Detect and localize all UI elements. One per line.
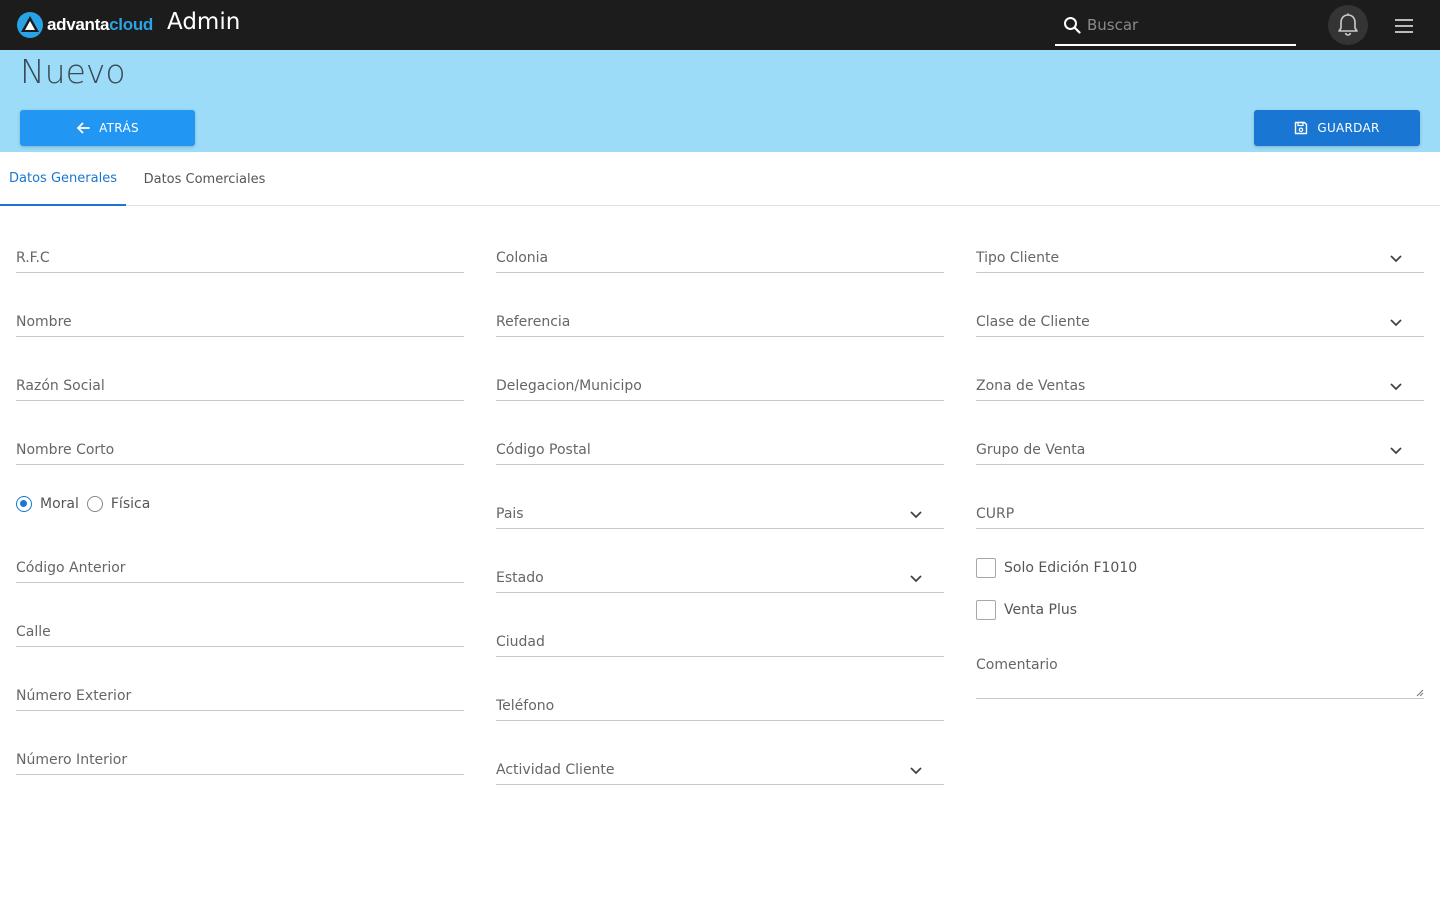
page-header xyxy=(0,50,1440,152)
estado-select[interactable]: Estado xyxy=(496,563,944,593)
referencia-field[interactable]: Referencia xyxy=(496,307,944,337)
radio-moral[interactable] xyxy=(16,496,32,512)
actividad-cliente-select[interactable]: Actividad Cliente xyxy=(496,755,944,785)
back-button[interactable]: ATRÁS xyxy=(20,110,195,146)
tab-datos-comerciales[interactable]: Datos Comerciales xyxy=(138,152,271,206)
curp-field[interactable]: CURP xyxy=(976,499,1424,529)
numero-exterior-field[interactable]: Número Exterior xyxy=(16,681,464,711)
nombre-field[interactable]: Nombre xyxy=(16,307,464,337)
chevron-down-icon xyxy=(1390,319,1402,327)
grupo-venta-select[interactable]: Grupo de Venta xyxy=(976,435,1424,465)
venta-plus-checkbox-row: Venta Plus xyxy=(976,600,1077,620)
chevron-down-icon xyxy=(910,575,922,583)
radio-fisica[interactable] xyxy=(86,496,103,512)
solo-edicion-checkbox-row: Solo Edición F1010 xyxy=(976,558,1137,578)
tab-datos-generales[interactable]: Datos Generales xyxy=(0,152,126,206)
app-title: Admin xyxy=(167,9,241,35)
notifications-button[interactable] xyxy=(1328,5,1368,45)
calle-label: Calle xyxy=(16,624,51,640)
codigo-anterior-label: Código Anterior xyxy=(16,560,126,576)
search-box[interactable] xyxy=(1055,6,1296,46)
solo-edicion-label: Solo Edición F1010 xyxy=(1004,560,1138,576)
tipo-cliente-label: Tipo Cliente xyxy=(976,250,1060,266)
grupo-venta-label: Grupo de Venta xyxy=(976,442,1086,458)
ciudad-field[interactable]: Ciudad xyxy=(496,627,944,657)
chevron-down-icon xyxy=(910,511,922,519)
codigo-postal-field[interactable]: Código Postal xyxy=(496,435,944,465)
numero-exterior-label: Número Exterior xyxy=(16,688,132,704)
rfc-label: R.F.C xyxy=(16,250,50,266)
delegacion-field[interactable]: Delegacion/Municipo xyxy=(496,371,944,401)
chevron-down-icon xyxy=(1390,447,1402,455)
logo-text: advantacloud xyxy=(47,15,153,34)
codigo-postal-label: Código Postal xyxy=(496,442,591,458)
solo-edicion-checkbox[interactable] xyxy=(976,558,996,578)
codigo-anterior-field[interactable]: Código Anterior xyxy=(16,553,464,583)
logo-icon xyxy=(17,12,43,38)
actividad-cliente-label: Actividad Cliente xyxy=(496,762,615,778)
rfc-field[interactable]: R.F.C xyxy=(16,243,464,273)
zona-ventas-select[interactable]: Zona de Ventas xyxy=(976,371,1424,401)
arrow-left-icon xyxy=(77,122,90,134)
venta-plus-label: Venta Plus xyxy=(1004,602,1077,618)
page-title: Nuevo xyxy=(20,52,126,91)
save-button-label: GUARDAR xyxy=(1317,121,1380,135)
top-bar: advantacloud Admin xyxy=(0,0,1440,50)
pais-label: Pais xyxy=(496,506,524,522)
nombre-label: Nombre xyxy=(16,314,72,330)
referencia-label: Referencia xyxy=(496,314,571,330)
radio-moral-label: Moral xyxy=(40,496,79,512)
telefono-field[interactable]: Teléfono xyxy=(496,691,944,721)
venta-plus-checkbox[interactable] xyxy=(976,600,996,620)
persona-type-radio-group: Moral Física xyxy=(16,494,158,514)
search-input[interactable] xyxy=(1087,12,1287,38)
zona-ventas-label: Zona de Ventas xyxy=(976,378,1086,394)
calle-field[interactable]: Calle xyxy=(16,617,464,647)
colonia-label: Colonia xyxy=(496,250,549,266)
estado-label: Estado xyxy=(496,570,544,586)
chevron-down-icon xyxy=(910,767,922,775)
resize-handle-icon[interactable] xyxy=(1416,689,1424,697)
logo[interactable]: advantacloud xyxy=(16,11,153,39)
clase-cliente-select[interactable]: Clase de Cliente xyxy=(976,307,1424,337)
razon-social-label: Razón Social xyxy=(16,378,105,394)
numero-interior-field[interactable]: Número Interior xyxy=(16,745,464,775)
numero-interior-label: Número Interior xyxy=(16,752,128,768)
nombre-corto-label: Nombre Corto xyxy=(16,442,115,458)
comentario-textarea[interactable]: Comentario xyxy=(976,653,1424,699)
razon-social-field[interactable]: Razón Social xyxy=(16,371,464,401)
hamburger-menu-icon[interactable] xyxy=(1394,16,1414,36)
chevron-down-icon xyxy=(1390,383,1402,391)
back-button-label: ATRÁS xyxy=(99,121,139,135)
nombre-corto-field[interactable]: Nombre Corto xyxy=(16,435,464,465)
bell-icon xyxy=(1338,13,1358,36)
colonia-field[interactable]: Colonia xyxy=(496,243,944,273)
save-button[interactable]: GUARDAR xyxy=(1254,110,1420,146)
curp-label: CURP xyxy=(976,506,1015,522)
search-icon xyxy=(1064,17,1081,34)
delegacion-label: Delegacion/Municipo xyxy=(496,378,642,394)
comentario-label: Comentario xyxy=(976,657,1058,673)
floppy-disk-icon xyxy=(1295,121,1308,135)
chevron-down-icon xyxy=(1390,255,1402,263)
clase-cliente-label: Clase de Cliente xyxy=(976,314,1090,330)
tab-bar: Datos Generales Datos Comerciales xyxy=(0,152,1440,206)
telefono-label: Teléfono xyxy=(496,698,555,714)
ciudad-label: Ciudad xyxy=(496,634,545,650)
radio-fisica-label: Física xyxy=(110,496,151,512)
pais-select[interactable]: Pais xyxy=(496,499,944,529)
tipo-cliente-select[interactable]: Tipo Cliente xyxy=(976,243,1424,273)
